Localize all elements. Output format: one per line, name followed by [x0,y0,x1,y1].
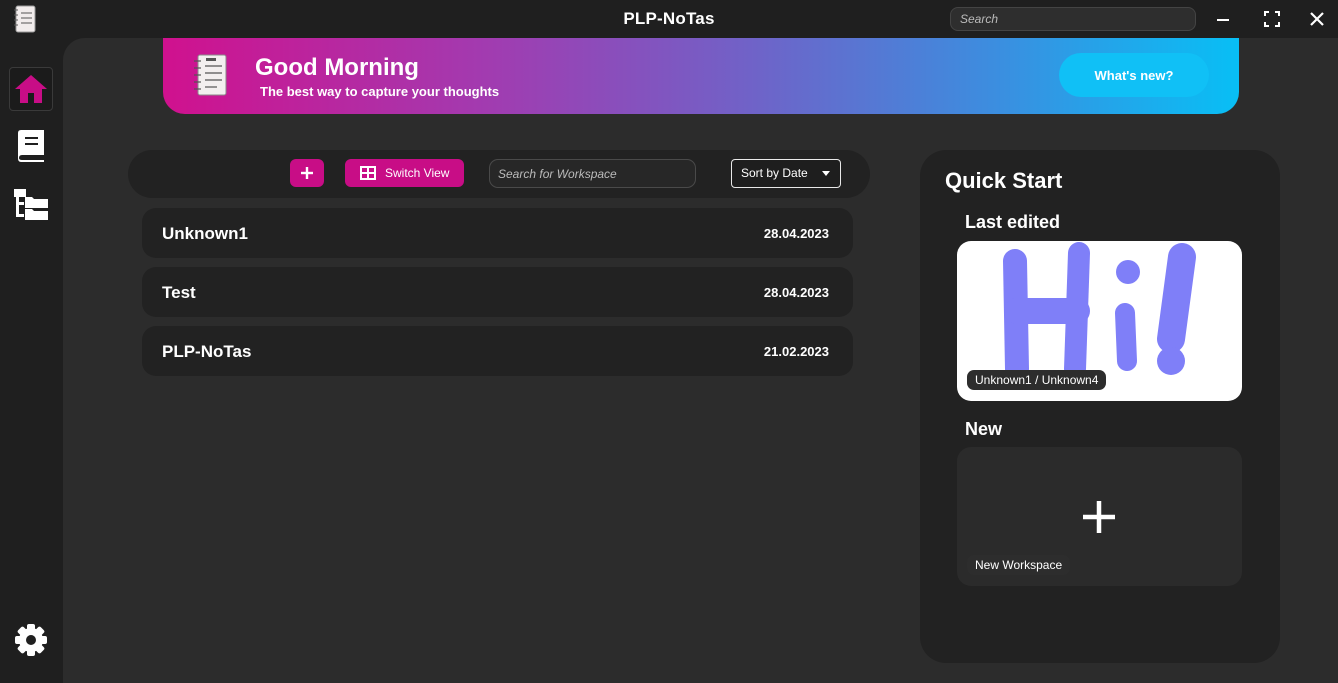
workspace-date: 21.02.2023 [763,344,829,359]
last-edited-title: Last edited [965,212,1061,232]
workspace-row[interactable]: Unknown1 28.04.2023 [142,208,853,258]
last-edited-card[interactable]: Unknown1 / Unknown4 [957,241,1242,401]
sidebar [0,38,63,683]
greeting-title: Good Morning [255,54,419,81]
minimize-button[interactable] [1208,6,1238,32]
workspace-name: PLP-NoTas [162,342,252,361]
plus-icon [301,167,313,179]
maximize-button[interactable] [1257,6,1287,32]
workspace-search-input[interactable] [489,159,696,188]
minimize-icon [1217,19,1229,21]
sort-dropdown[interactable]: Sort by Date [731,159,841,188]
sort-selected-value: Sort by Date [741,166,808,180]
quick-start-title: Quick Start [945,168,1063,193]
whats-new-button[interactable]: What's new? [1059,53,1209,97]
close-icon [1310,12,1324,26]
app-window: PLP-NoTas Search Good Morning The best w… [0,0,1338,683]
sidebar-item-home[interactable] [9,67,53,111]
sidebar-item-workspaces[interactable] [9,182,53,226]
title-bar: PLP-NoTas [0,0,1338,38]
greeting-tagline: The best way to capture your thoughts [260,84,500,99]
add-workspace-button[interactable] [290,159,324,187]
settings-button[interactable] [9,618,53,662]
new-workspace-card[interactable]: New Workspace [957,447,1242,586]
workspace-name: Unknown1 [162,224,248,243]
close-button[interactable] [1302,6,1332,32]
fullscreen-icon [1264,11,1280,27]
sidebar-item-notebooks[interactable] [9,124,53,168]
main-content: Good Morning The best way to capture you… [63,38,1338,683]
greeting-banner: Good Morning The best way to capture you… [163,38,1239,114]
notebook-icon [18,130,44,162]
workspace-date: 28.04.2023 [763,285,829,300]
global-search-input[interactable] [950,7,1196,31]
switch-view-button[interactable]: Switch View [345,159,464,187]
last-edited-path: Unknown1 / Unknown4 [967,370,1107,390]
workspace-toolbar: Switch View Sort by Date [128,150,870,198]
notebook-logo-icon [194,54,227,96]
workspace-tree-icon [14,189,48,220]
workspace-row[interactable]: Test 28.04.2023 [142,267,853,317]
switch-view-label: Switch View [385,166,450,180]
home-icon [15,75,47,103]
grid-view-icon [360,166,376,180]
new-workspace-label: New Workspace [967,555,1071,575]
gear-icon [15,624,47,656]
new-title: New [965,419,1003,439]
chevron-down-icon [822,171,830,176]
workspace-date: 28.04.2023 [763,226,829,241]
workspace-row[interactable]: PLP-NoTas 21.02.2023 [142,326,853,376]
quick-start-panel: Quick Start Last edited Unknown1 / Unkno… [920,150,1280,663]
plus-icon [1083,501,1115,533]
workspace-name: Test [162,283,196,302]
